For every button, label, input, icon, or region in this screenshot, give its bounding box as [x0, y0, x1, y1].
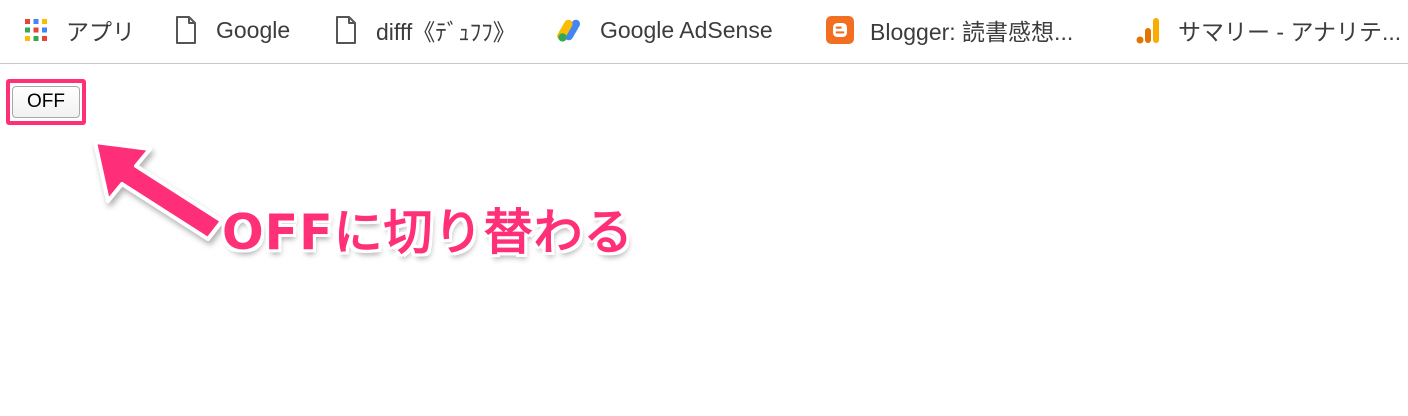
bookmark-adsense[interactable]: Google AdSense — [556, 12, 773, 48]
bookmark-apps[interactable]: アプリ — [22, 12, 135, 48]
bookmark-label: Google AdSense — [600, 16, 773, 43]
bookmark-label: Blogger: 読書感想... — [870, 19, 1074, 45]
bookmark-difff[interactable]: difff《ﾃﾞｭﾌﾌ》 — [332, 12, 516, 48]
page-icon — [332, 16, 360, 44]
page-content: OFF OFFに切り替わる — [0, 65, 1408, 416]
bookmark-blogger[interactable]: Blogger: 読書感想... — [826, 12, 1073, 48]
bookmarks-bar: アプリ Google difff《ﾃﾞｭﾌﾌ》 Google AdSense B… — [0, 0, 1408, 64]
bookmark-label: difff《ﾃﾞｭﾌﾌ》 — [376, 19, 516, 45]
bookmark-analytics[interactable]: サマリー - アナリテ... — [1134, 12, 1401, 48]
bookmark-google[interactable]: Google — [172, 12, 290, 48]
annotation-text: OFFに切り替わる — [222, 204, 634, 261]
apps-grid-icon — [22, 16, 50, 44]
adsense-icon — [556, 16, 584, 44]
blogger-icon — [826, 16, 854, 44]
analytics-icon — [1134, 16, 1162, 44]
bookmark-label: アプリ — [66, 19, 135, 45]
bookmark-label: Google — [216, 16, 291, 43]
bookmark-label: サマリー - アナリテ... — [1178, 19, 1402, 45]
page-icon — [172, 16, 200, 44]
